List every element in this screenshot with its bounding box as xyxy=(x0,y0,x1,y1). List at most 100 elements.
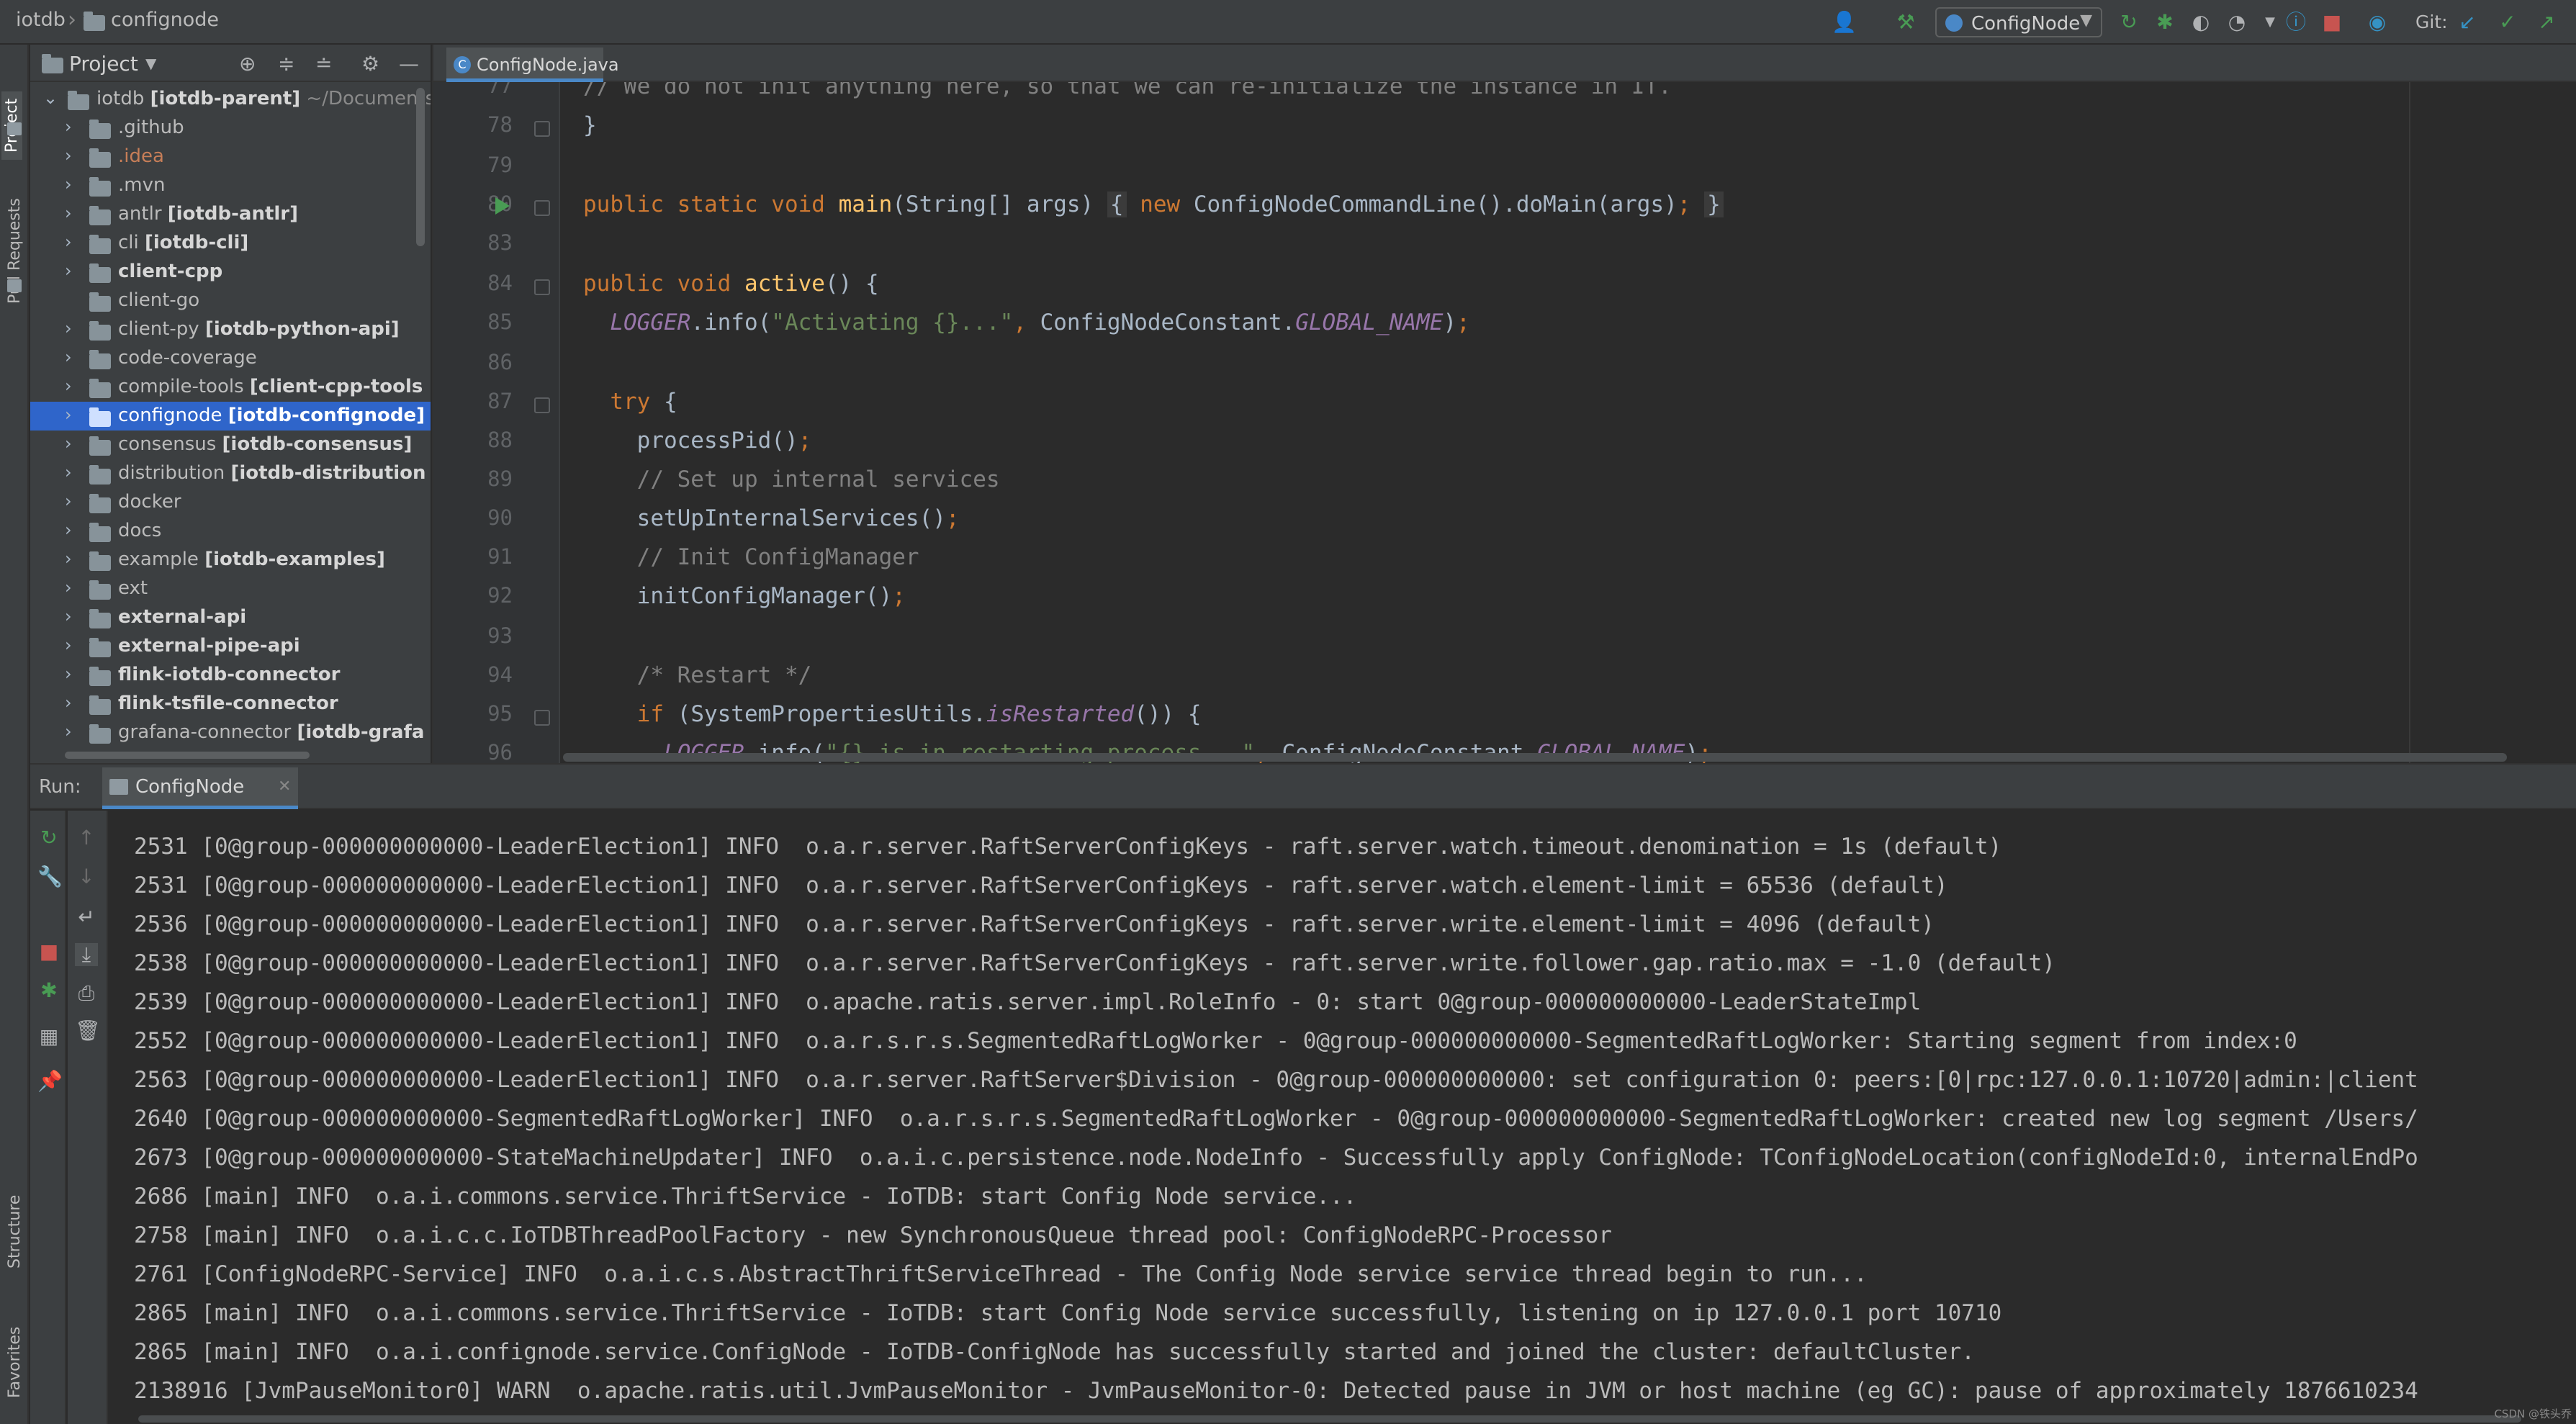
fold-marker-icon[interactable] xyxy=(534,200,550,216)
tree-item-external-api[interactable]: › external-api xyxy=(30,603,431,632)
tree-item-cli[interactable]: › cli [iotdb-cli] xyxy=(30,229,431,258)
chevron-right-icon[interactable]: › xyxy=(65,664,72,684)
tree-item-flink-iotdb-connector[interactable]: › flink-iotdb-connector xyxy=(30,661,431,690)
rerun-icon[interactable]: ↻ xyxy=(2117,10,2141,35)
layout-icon[interactable]: ▦ xyxy=(37,1025,60,1048)
gear-icon[interactable]: ⚙ xyxy=(361,52,379,76)
chevron-right-icon[interactable]: › xyxy=(65,174,72,194)
settings-help-icon[interactable]: ◉ xyxy=(2365,10,2390,35)
chevron-down-icon[interactable]: ⌄ xyxy=(43,88,58,108)
chevron-right-icon[interactable]: › xyxy=(65,318,72,338)
tree-item-consensus[interactable]: › consensus [iotdb-consensus] xyxy=(30,431,431,459)
chevron-right-icon[interactable]: › xyxy=(65,693,72,713)
chevron-right-icon[interactable]: › xyxy=(65,347,72,367)
chevron-right-icon[interactable]: › xyxy=(65,462,72,482)
editor-horizontal-scrollbar[interactable] xyxy=(563,753,2507,762)
expand-all-icon[interactable]: ≑ xyxy=(278,52,294,76)
tree-item-dot-mvn[interactable]: › .mvn xyxy=(30,171,431,200)
run-gutter-icon[interactable] xyxy=(495,197,510,215)
code-area[interactable]: // We do not init anything here, so that… xyxy=(562,82,2576,763)
tree-item-compile-tools[interactable]: › compile-tools [client-cpp-tools xyxy=(30,373,431,402)
tree-item-code-coverage[interactable]: › code-coverage xyxy=(30,344,431,373)
git-update-icon[interactable]: ↙ xyxy=(2455,10,2480,35)
chevron-right-icon[interactable]: › xyxy=(65,117,72,137)
soft-wrap-icon[interactable]: ↵ xyxy=(75,906,98,929)
git-commit-icon[interactable]: ✓ xyxy=(2495,10,2520,35)
chevron-right-icon[interactable]: › xyxy=(65,721,72,742)
arrow-down-icon[interactable]: ↓ xyxy=(75,865,98,888)
tree-item-confignode[interactable]: › confignode [iotdb-confignode] xyxy=(30,402,431,431)
tree-item-label: docker xyxy=(118,491,181,513)
chevron-right-icon[interactable]: › xyxy=(65,491,72,511)
debug-bug-icon[interactable]: ✱ xyxy=(2153,10,2177,35)
debug-bug-icon[interactable]: ✱ xyxy=(37,979,60,1002)
chevron-right-icon[interactable]: › xyxy=(65,203,72,223)
tree-item-external-pipe-api[interactable]: › external-pipe-api xyxy=(30,632,431,661)
chevron-right-icon[interactable]: › xyxy=(65,405,72,425)
fold-marker-icon[interactable] xyxy=(534,710,550,726)
project-view-title[interactable]: Project xyxy=(69,52,138,76)
tree-item-iotdb[interactable]: ⌄ iotdb [iotdb-parent] ~/Documents xyxy=(30,85,431,114)
stop-icon[interactable]: ■ xyxy=(2320,10,2344,35)
folder-icon xyxy=(68,91,89,110)
console-horizontal-scrollbar[interactable] xyxy=(138,1415,2521,1423)
tree-item-client-cpp[interactable]: › client-cpp xyxy=(30,258,431,287)
tree-item-ext[interactable]: › ext xyxy=(30,574,431,603)
chevron-right-icon[interactable]: › xyxy=(65,433,72,454)
tab-structure[interactable]: Structure xyxy=(6,1195,24,1268)
profiler-icon[interactable]: ◔ xyxy=(2225,10,2249,35)
scroll-to-end-icon[interactable]: ⤓ xyxy=(75,943,98,966)
chevron-right-icon[interactable]: › xyxy=(65,520,72,540)
chevron-right-icon[interactable]: › xyxy=(65,549,72,569)
locate-icon[interactable]: ⊕ xyxy=(239,52,256,76)
run-configuration-select[interactable]: ConfigNode ▼ xyxy=(1935,7,2102,37)
breadcrumb-module[interactable]: confignode xyxy=(111,9,219,31)
pin-icon[interactable]: 📌 xyxy=(37,1070,63,1093)
console-output[interactable]: 2531 [0@group-000000000000-LeaderElectio… xyxy=(109,811,2576,1415)
tree-item-dot-idea[interactable]: › .idea xyxy=(30,143,431,171)
chevron-right-icon[interactable]: › xyxy=(65,261,72,281)
tree-item-distribution[interactable]: › distribution [iotdb-distribution xyxy=(30,459,431,488)
rerun-icon[interactable]: ↻ xyxy=(37,826,60,850)
chevron-down-icon[interactable]: ▼ xyxy=(145,55,156,72)
git-push-icon[interactable]: ↗ xyxy=(2534,10,2559,35)
tree-item-client-go[interactable]: client-go xyxy=(30,287,431,315)
chevron-right-icon[interactable]: › xyxy=(65,145,72,166)
fold-marker-icon[interactable] xyxy=(534,397,550,413)
build-hammer-icon[interactable]: ⚒ xyxy=(1893,10,1918,35)
chevron-right-icon[interactable]: › xyxy=(65,577,72,598)
wrench-icon[interactable]: 🔧 xyxy=(37,865,63,888)
tree-item-flink-tsfile-connector[interactable]: › flink-tsfile-connector xyxy=(30,690,431,718)
chevron-right-icon[interactable]: › xyxy=(65,376,72,396)
fold-marker-icon[interactable] xyxy=(534,279,550,295)
collapse-all-icon[interactable]: ≐ xyxy=(315,52,332,76)
editor-tab-bar: C ConfigNode.java xyxy=(433,45,2576,82)
print-icon[interactable]: ⎙ xyxy=(75,982,98,1005)
help-icon[interactable]: ⓘ xyxy=(2284,10,2308,35)
tree-item-antlr[interactable]: › antlr [iotdb-antlr] xyxy=(30,200,431,229)
tree-horizontal-scrollbar[interactable] xyxy=(65,752,310,759)
chevron-right-icon[interactable]: › xyxy=(65,606,72,626)
tree-item-example[interactable]: › example [iotdb-examples] xyxy=(30,546,431,574)
chevron-down-icon[interactable]: ▼ xyxy=(2258,10,2282,35)
tree-scrollbar[interactable] xyxy=(416,88,425,246)
coverage-icon[interactable]: ◐ xyxy=(2189,10,2213,35)
tree-item-docs[interactable]: › docs xyxy=(30,517,431,546)
tree-item-docker[interactable]: › docker xyxy=(30,488,431,517)
arrow-up-icon[interactable]: ↑ xyxy=(75,826,98,850)
tab-confignode-java[interactable]: C ConfigNode.java xyxy=(446,48,619,82)
trash-icon[interactable]: 🗑 xyxy=(75,1019,101,1042)
fold-marker-icon[interactable] xyxy=(534,121,550,137)
stop-icon[interactable]: ■ xyxy=(37,940,60,963)
tab-favorites[interactable]: Favorites xyxy=(6,1327,24,1398)
chevron-right-icon[interactable]: › xyxy=(65,232,72,252)
tree-item-dot-github[interactable]: › .github xyxy=(30,114,431,143)
close-icon[interactable]: ✕ xyxy=(278,778,291,796)
tree-item-grafana-connector[interactable]: › grafana-connector [iotdb-grafa xyxy=(30,718,431,747)
user-icon[interactable]: 👤 xyxy=(1832,10,1857,35)
tab-run-confignode[interactable]: ConfigNode ✕ xyxy=(102,767,298,809)
chevron-right-icon[interactable]: › xyxy=(65,635,72,655)
tree-item-client-py[interactable]: › client-py [iotdb-python-api] xyxy=(30,315,431,344)
hide-icon[interactable]: — xyxy=(399,52,419,76)
breadcrumb-project[interactable]: iotdb xyxy=(16,9,66,31)
